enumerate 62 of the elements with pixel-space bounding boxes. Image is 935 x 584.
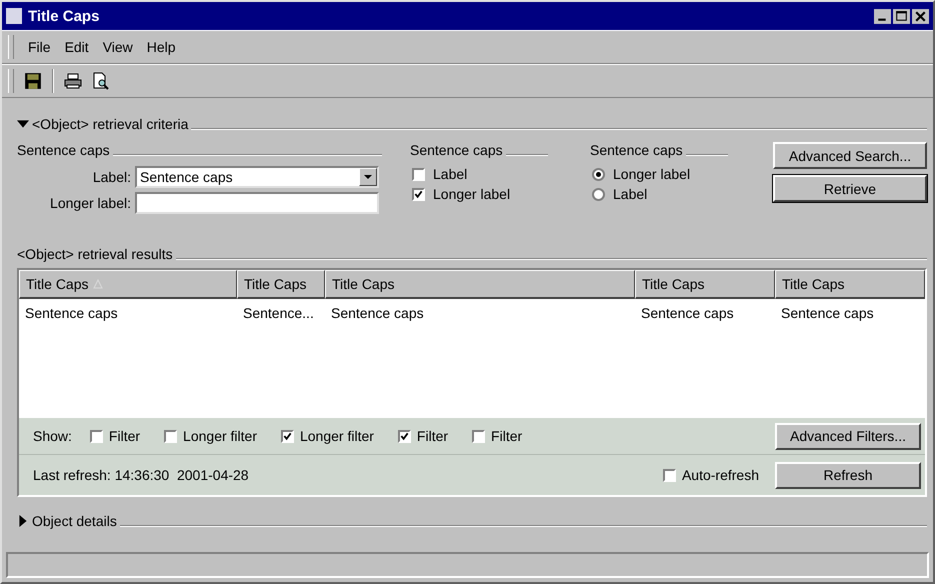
column-header[interactable]: Title Caps [635, 270, 775, 299]
menu-item[interactable]: File [28, 39, 51, 55]
table-cell-text: Sentence caps [330, 304, 425, 321]
field-label: Longer label: [49, 195, 131, 211]
last-refresh-text: Last refresh: 14:36:30 2001-04-28 [33, 467, 249, 483]
radio-button[interactable] [592, 168, 605, 180]
group-title: Sentence caps [590, 142, 683, 158]
menu-item[interactable]: View [102, 39, 133, 55]
checkbox-label: Filter [108, 428, 140, 444]
checkbox[interactable] [280, 430, 294, 442]
print-preview-icon[interactable] [92, 72, 110, 90]
sort-icon [92, 279, 103, 289]
printer-icon[interactable] [64, 72, 82, 90]
checkbox[interactable] [398, 430, 411, 442]
close-icon[interactable] [912, 8, 929, 24]
column-header[interactable]: Title Caps [325, 270, 635, 299]
group-title: Sentence caps [17, 142, 110, 158]
table-cell-text: Sentence caps [780, 304, 875, 321]
window-icon [6, 8, 22, 24]
refresh-button[interactable]: Refresh [775, 462, 921, 488]
checkbox-label: Label [433, 166, 468, 182]
table-cell-text: Sentence... [242, 304, 315, 321]
section-title: <Object> retrieval results [17, 246, 173, 262]
save-icon[interactable] [24, 72, 42, 90]
checkbox[interactable] [164, 430, 178, 442]
checkbox-label: Auto-refresh [682, 467, 759, 483]
checkbox-label: Longer label [433, 186, 510, 202]
advanced-search-button[interactable]: Advanced Search... [773, 142, 927, 169]
checkbox[interactable] [412, 188, 425, 200]
radio-label: Longer label [613, 166, 690, 182]
radio-label: Label [613, 186, 648, 202]
checkbox[interactable] [472, 430, 486, 442]
checkbox-label: Longer filter [183, 428, 257, 444]
group-title: Sentence caps [410, 142, 503, 158]
checkbox-label: Filter [416, 428, 448, 444]
retrieve-button[interactable]: Retrieve [773, 175, 927, 202]
checkbox[interactable] [662, 468, 676, 482]
maximize-icon[interactable] [893, 8, 910, 24]
section-title: <Object> retrieval criteria [32, 116, 188, 132]
radio-button[interactable] [592, 188, 605, 200]
expand-icon[interactable] [17, 515, 29, 527]
column-header[interactable]: Title Caps [237, 270, 325, 299]
checkbox-label: Filter [491, 428, 522, 444]
column-header[interactable]: Title Caps [19, 270, 237, 299]
show-label: Show: [33, 428, 72, 444]
window-title: Title Caps [28, 8, 100, 24]
menu-item[interactable]: Edit [64, 39, 89, 55]
menu-item[interactable]: Help [146, 39, 176, 55]
input-field[interactable] [135, 192, 379, 214]
section-title: Object details [32, 513, 117, 529]
advanced-filters-button[interactable]: Advanced Filters... [775, 422, 921, 450]
table-cell-text: Sentence caps [24, 304, 119, 321]
field-label: Label: [92, 169, 131, 185]
collapse-icon[interactable] [17, 118, 29, 130]
minimize-icon[interactable] [874, 8, 891, 24]
checkbox[interactable] [412, 168, 425, 180]
caret-icon [359, 168, 377, 186]
checkbox[interactable] [90, 430, 103, 442]
column-header[interactable]: Title Caps [775, 270, 925, 299]
table-cell-text: Sentence caps [640, 304, 735, 321]
dropdown[interactable]: Sentence caps [135, 166, 379, 188]
checkbox-label: Longer filter [300, 428, 374, 444]
